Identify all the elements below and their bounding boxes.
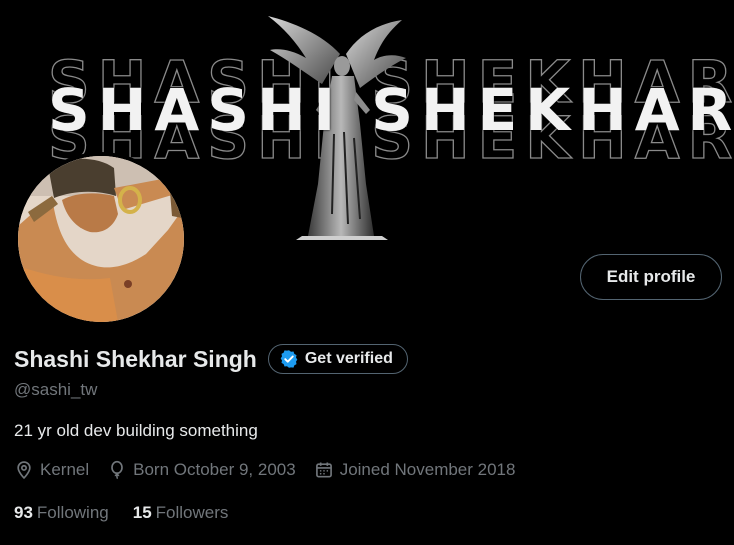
profile-bio: 21 yr old dev building something bbox=[14, 421, 258, 440]
avatar-illustration bbox=[18, 156, 184, 322]
get-verified-button[interactable]: Get verified bbox=[267, 344, 408, 374]
meta-birthday: Born October 9, 2003 bbox=[107, 460, 296, 480]
profile-meta: Kernel Born October 9, 2003 Joined Novem… bbox=[14, 460, 533, 480]
joined-text: Joined November 2018 bbox=[339, 460, 516, 479]
calendar-icon bbox=[315, 462, 332, 478]
balloon-icon bbox=[111, 460, 123, 480]
meta-joined: Joined November 2018 bbox=[314, 460, 516, 480]
meta-location: Kernel bbox=[14, 460, 89, 480]
following-count: 93 bbox=[14, 503, 33, 522]
follow-stats: 93 Following 15 Followers bbox=[14, 503, 252, 523]
location-pin-icon bbox=[17, 461, 31, 480]
name-row: Shashi Shekhar Singh Get verified bbox=[14, 344, 408, 374]
followers-count: 15 bbox=[132, 503, 152, 522]
location-text: Kernel bbox=[40, 460, 90, 479]
followers-link[interactable]: 15 Followers bbox=[133, 503, 229, 523]
edit-profile-button[interactable]: Edit profile bbox=[580, 254, 722, 300]
followers-label: Followers bbox=[155, 503, 229, 522]
birthday-text: Born October 9, 2003 bbox=[133, 460, 296, 479]
user-handle: @sashi_tw bbox=[14, 380, 98, 399]
banner-title: SHASHI SHEKHAR bbox=[48, 76, 734, 144]
get-verified-label: Get verified bbox=[304, 350, 393, 367]
display-name: Shashi Shekhar Singh bbox=[14, 345, 257, 372]
profile-avatar[interactable] bbox=[14, 152, 188, 326]
verified-badge-icon bbox=[280, 350, 298, 368]
following-link[interactable]: 93 Following bbox=[14, 503, 109, 523]
following-label: Following bbox=[36, 503, 109, 522]
